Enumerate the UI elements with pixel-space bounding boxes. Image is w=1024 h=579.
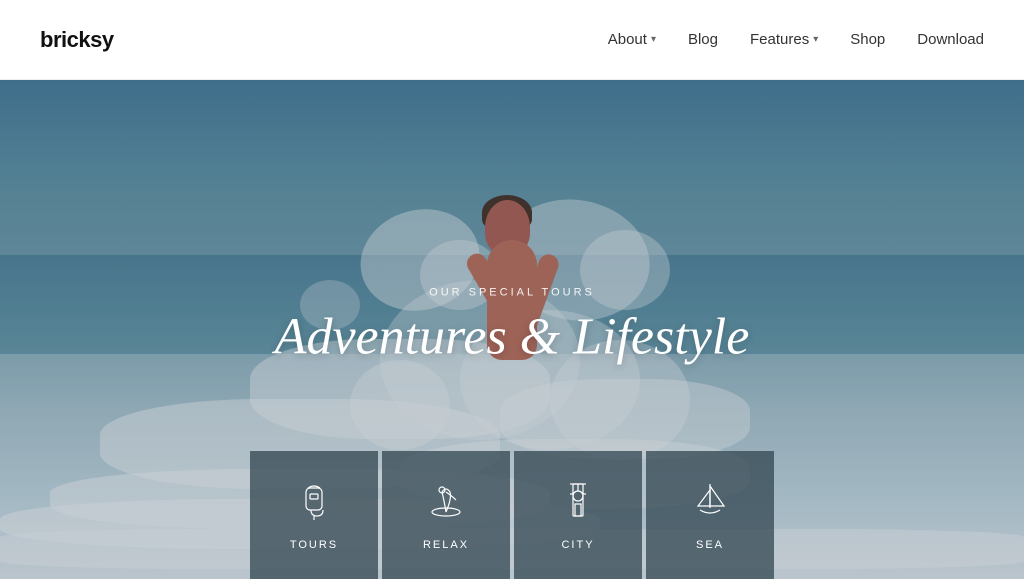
nav-item-download[interactable]: Download [917, 31, 984, 48]
hero-title: Adventures & Lifestyle [275, 308, 750, 365]
island-icon [426, 480, 466, 525]
tour-card-sea[interactable]: SEA [646, 451, 774, 579]
tour-card-label-tours: TOURS [290, 539, 338, 551]
nav-label-shop: Shop [850, 31, 885, 48]
tour-cards-container: TOURS RELAX CITY SEA [250, 451, 774, 579]
sailboat-icon [690, 480, 730, 525]
nav-label-blog: Blog [688, 31, 718, 48]
logo[interactable]: bricksy [40, 27, 114, 53]
nav-label-download: Download [917, 31, 984, 48]
nav-item-shop[interactable]: Shop [850, 31, 885, 48]
tour-card-label-city: CITY [561, 539, 594, 551]
main-nav: About ▾ Blog Features ▾ Shop Download [608, 31, 984, 48]
hero-content: OUR SPECIAL TOURS Adventures & Lifestyle [275, 286, 750, 365]
nav-item-blog[interactable]: Blog [688, 31, 718, 48]
nav-item-about[interactable]: About ▾ [608, 31, 656, 48]
tour-card-relax[interactable]: RELAX [382, 451, 510, 579]
chevron-about-icon: ▾ [651, 34, 656, 45]
backpack-icon [294, 480, 334, 525]
tour-card-city[interactable]: CITY [514, 451, 642, 579]
nav-label-features: Features [750, 31, 809, 48]
tour-card-label-relax: RELAX [423, 539, 469, 551]
chevron-features-icon: ▾ [813, 34, 818, 45]
tour-card-label-sea: SEA [696, 539, 724, 551]
nav-label-about: About [608, 31, 647, 48]
tower-icon [558, 480, 598, 525]
hero-subtitle: OUR SPECIAL TOURS [275, 286, 750, 298]
header: bricksy About ▾ Blog Features ▾ Shop Download [0, 0, 1024, 80]
tour-card-tours[interactable]: TOURS [250, 451, 378, 579]
hero-section: OUR SPECIAL TOURS Adventures & Lifestyle… [0, 80, 1024, 579]
nav-item-features[interactable]: Features ▾ [750, 31, 818, 48]
